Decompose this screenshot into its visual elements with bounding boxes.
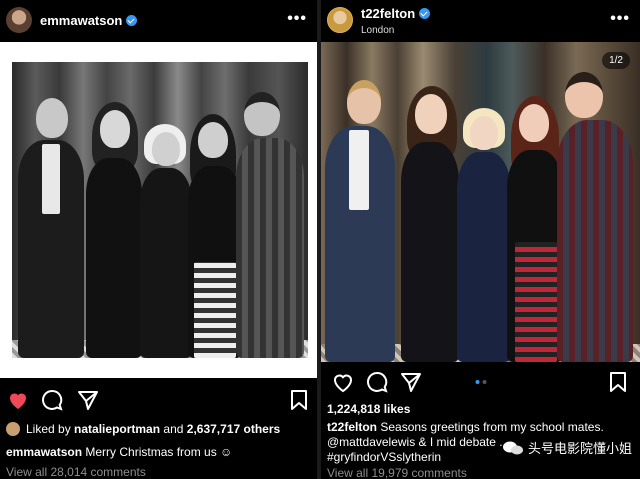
view-comments-link[interactable]: View all 28,014 comments [6, 465, 311, 479]
likes-count[interactable]: 1,224,818 likes [327, 402, 634, 417]
photo-head [36, 98, 68, 138]
photo-head [198, 122, 228, 158]
more-options-icon[interactable]: ••• [287, 10, 307, 28]
photo-head [565, 72, 603, 118]
photo-head [519, 104, 549, 142]
carousel-dots [475, 380, 486, 384]
post-header: t22felton London ••• [321, 0, 640, 40]
carousel-dot[interactable] [482, 380, 486, 384]
watermark: 头号电影院懂小姐 [502, 438, 632, 457]
right-post: t22felton London ••• 1/2 1,224,818 likes… [321, 0, 640, 479]
more-options-icon[interactable]: ••• [610, 10, 630, 28]
action-bar [0, 388, 317, 418]
liked-by-suffix: and [163, 422, 184, 436]
photo-head [470, 116, 498, 150]
user-avatar[interactable] [6, 7, 32, 33]
liker-avatar[interactable] [6, 422, 20, 436]
post-photo[interactable] [321, 42, 640, 362]
post-photo[interactable] [12, 62, 308, 358]
photo-person [557, 120, 633, 362]
view-comments-link[interactable]: View all 19,979 comments [327, 466, 634, 479]
photo-head [100, 110, 130, 148]
photo-head [347, 80, 381, 124]
caption-text: Merry Christmas from us ☺ [85, 445, 233, 459]
caption: emmawatson Merry Christmas from us ☺ [6, 445, 311, 460]
photo-shirt [42, 144, 60, 214]
photo-person [457, 152, 511, 362]
send-icon[interactable] [76, 388, 100, 412]
caption: t22felton Seasons greetings from my scho… [327, 420, 634, 435]
post-location[interactable]: London [361, 25, 430, 36]
username[interactable]: t22felton [361, 6, 415, 21]
heart-filled-icon[interactable] [6, 388, 30, 412]
username[interactable]: emmawatson [40, 13, 122, 28]
bookmark-icon[interactable] [606, 370, 630, 394]
liked-by-line: Liked by natalieportman and 2,637,717 ot… [6, 422, 311, 437]
bookmark-icon[interactable] [287, 388, 311, 412]
send-icon[interactable] [399, 370, 423, 394]
liked-by-prefix: Liked by [26, 422, 71, 436]
photo-head [244, 92, 280, 136]
photo-person [236, 138, 304, 358]
verified-badge-icon [419, 7, 431, 19]
header-name-stack: t22felton London [361, 5, 431, 36]
comment-icon[interactable] [40, 388, 64, 412]
photo-person [86, 158, 142, 358]
action-bar [321, 370, 640, 400]
caption-username[interactable]: t22felton [327, 420, 377, 434]
slide-counter: 1/2 [602, 52, 630, 69]
verified-badge-icon [126, 14, 138, 26]
photo-person [140, 168, 192, 358]
photo-trousers [194, 262, 236, 358]
caption-line1: Seasons greetings from my school mates. [380, 420, 604, 434]
user-avatar[interactable] [327, 7, 353, 33]
photo-trousers [515, 242, 557, 362]
wechat-icon [502, 441, 523, 454]
photo-shirt [349, 130, 369, 210]
photo-person [401, 142, 459, 362]
comment-icon[interactable] [365, 370, 389, 394]
photo-head [152, 132, 180, 166]
heart-icon[interactable] [331, 370, 355, 394]
photo-head [415, 94, 447, 134]
carousel-dot-active[interactable] [475, 380, 479, 384]
liked-by-count[interactable]: 2,637,717 others [187, 422, 280, 436]
left-post: emmawatson ••• Liked by natalieportman a… [0, 0, 317, 479]
watermark-text: 头号电影院懂小姐 [527, 441, 632, 456]
post-header: emmawatson ••• [0, 0, 317, 40]
liked-by-user[interactable]: natalieportman [74, 422, 160, 436]
caption-username[interactable]: emmawatson [6, 445, 82, 459]
